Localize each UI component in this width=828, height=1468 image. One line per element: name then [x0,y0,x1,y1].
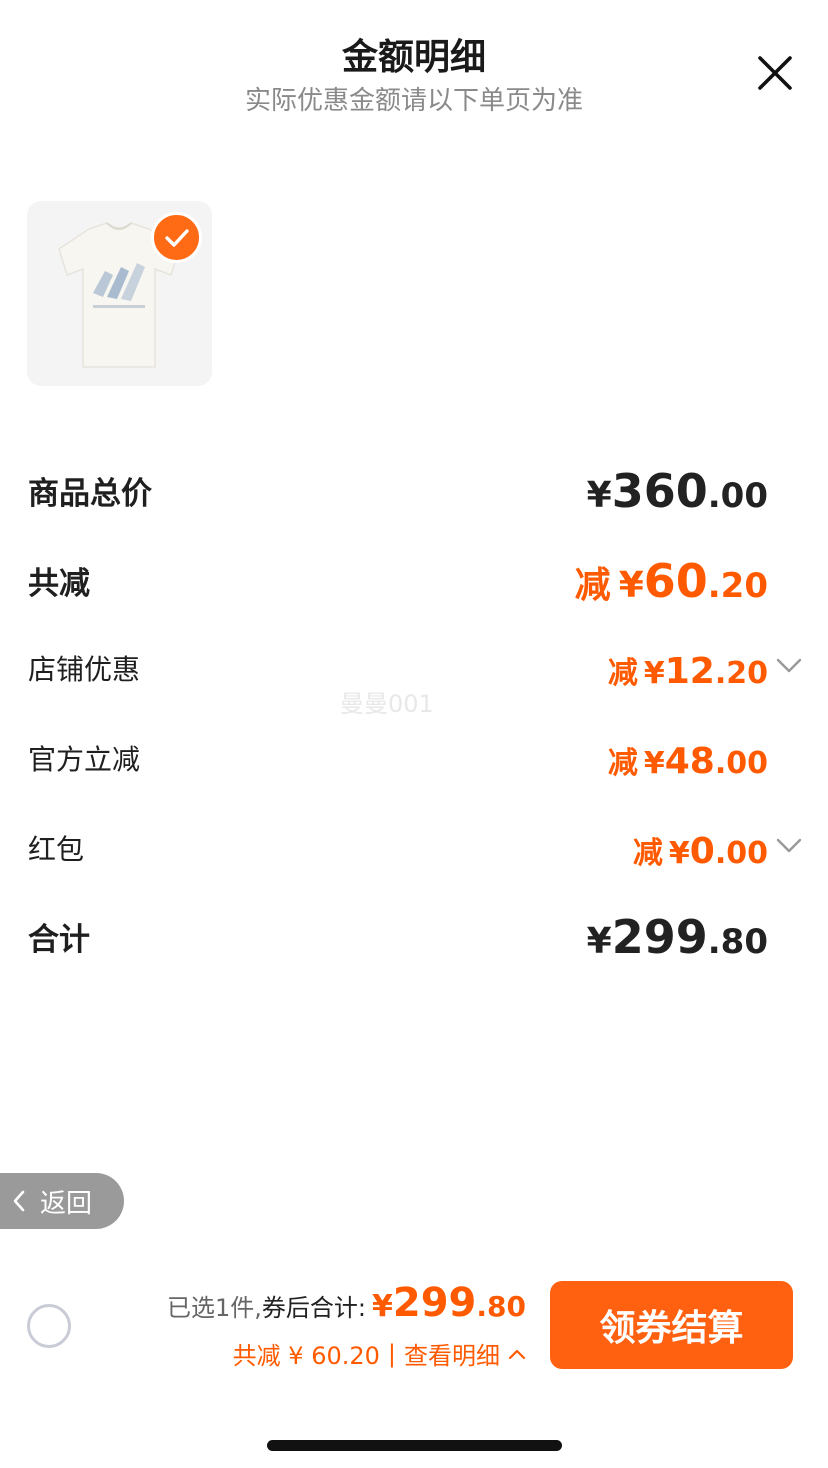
selected-count: 已选1件, [167,1294,262,1322]
official-reduce-amount: 减 ¥48.00 [607,741,768,782]
red-packet-amount: 减 ¥0.00 [632,831,768,872]
close-button[interactable] [756,54,794,92]
page-title: 金额明细 [341,37,486,78]
row-official-reduce: 官方立减 减 ¥48.00 [0,734,828,784]
after-coupon-total: 已选1件,券后合计: ¥299.80 [167,1280,526,1326]
close-icon [758,56,792,90]
official-reduce-label: 官方立减 [28,743,141,776]
shop-discount-label: 店铺优惠 [28,653,141,686]
page-subtitle: 实际优惠金额请以下单页为准 [244,86,583,116]
back-button[interactable]: 返回 [0,1173,124,1229]
row-total-reduce: 共减 减 ¥60.20 [0,554,828,614]
home-indicator[interactable] [267,1440,562,1451]
chevron-up-icon [508,1349,526,1359]
total-reduce-amount: 减 ¥60.20 [574,554,768,608]
checkout-button[interactable]: 领券结算 [550,1281,793,1369]
row-red-packet[interactable]: 红包 减 ¥0.00 [0,824,828,874]
grand-total-amount: ¥299.80 [586,910,768,964]
watermark: 曼曼001 [340,690,434,718]
total-reduce-label: 共减 [28,566,90,602]
view-detail-toggle[interactable]: 共减 ¥ 60.20 | 查看明细 [233,1336,526,1371]
amount-detail-sheet: 金额明细 实际优惠金额请以下单页为准 商品总价 ¥360.00 共减 减 ¥60… [0,0,828,1468]
back-button-label: 返回 [40,1188,93,1219]
reduce-summary: 共减 ¥ 60.20 [232,1342,380,1370]
row-total-price: 商品总价 ¥360.00 [0,464,828,524]
red-packet-label: 红包 [28,833,85,866]
checkmark-icon [164,228,189,247]
separator: | [387,1339,396,1368]
shop-discount-amount: 减 ¥12.20 [607,651,768,692]
chevron-down-icon[interactable] [776,838,802,854]
view-detail-label: 查看明细 [404,1342,500,1370]
row-grand-total: 合计 ¥299.80 [0,910,828,970]
chevron-left-icon [13,1190,25,1212]
grand-total-label: 合计 [28,922,90,958]
after-coupon-label: 券后合计: [261,1294,367,1322]
product-selected-badge[interactable] [151,212,202,263]
select-all-checkbox[interactable] [27,1304,71,1348]
chevron-down-icon[interactable] [776,658,802,674]
total-price-amount: ¥360.00 [586,464,768,518]
total-price-label: 商品总价 [28,476,152,512]
